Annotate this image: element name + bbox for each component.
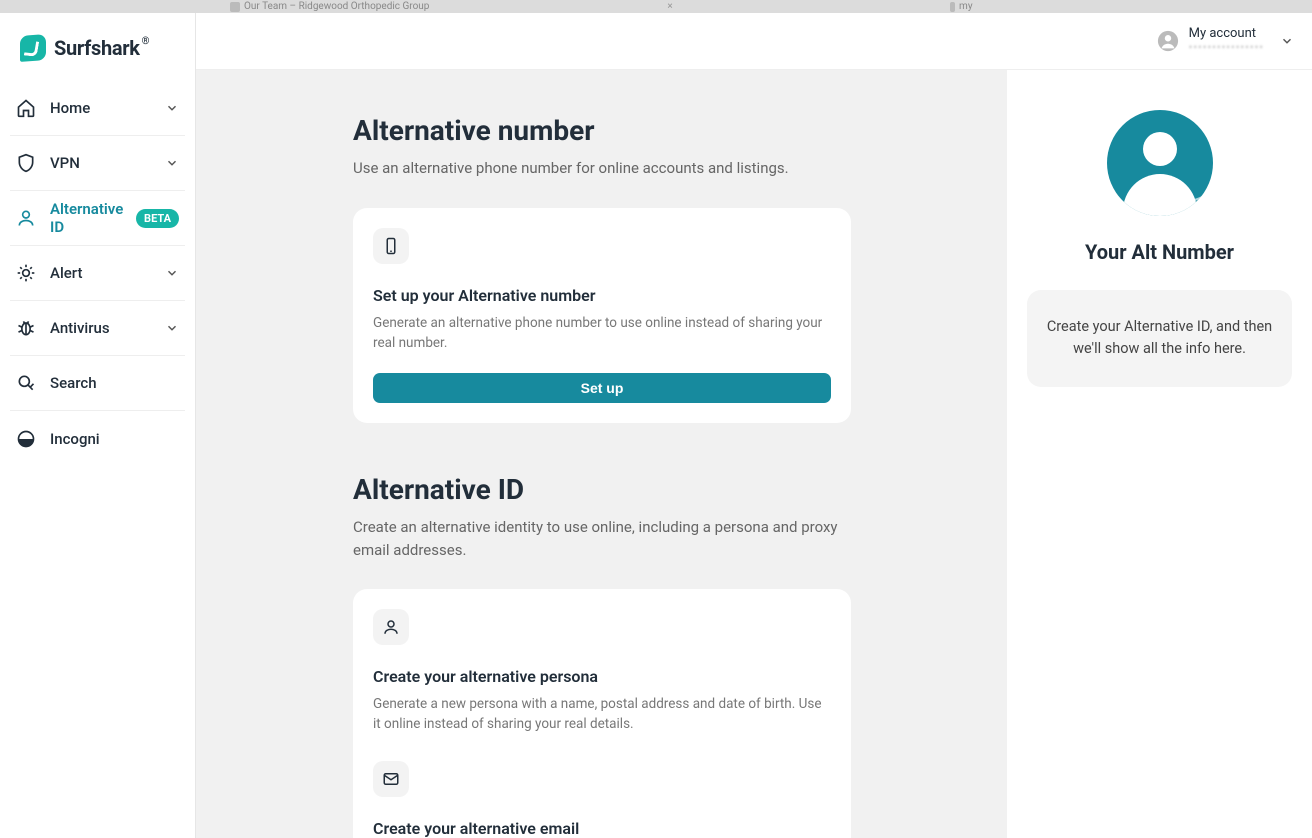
tab-title: Our Team – Ridgewood Orthopedic Group [244,1,429,12]
chevron-down-icon [165,266,179,280]
search-icon [16,373,36,393]
alt-id-title: Alternative ID [353,473,851,506]
person-icon [373,609,409,645]
alt-number-card-title: Set up your Alternative number [373,286,831,305]
beta-badge: BETA [136,209,179,228]
chevron-down-icon [165,156,179,170]
sidebar-item-label: Alternative ID [50,200,136,236]
sidebar-item-label: Alert [50,264,82,282]
browser-tab-strip: Our Team – Ridgewood Orthopedic Group × … [0,0,1312,13]
account-avatar-icon [1157,30,1179,52]
sidebar-item-label: Antivirus [50,319,110,337]
favicon-icon [230,2,240,12]
right-panel: Your Alt Number Create your Alternative … [1007,70,1312,838]
home-icon [16,98,36,118]
surfshark-logo-icon [20,34,46,62]
account-email: •••••••••••••••• [1189,42,1264,55]
account-label: My account [1189,27,1264,42]
logo[interactable]: Surfshark® [0,13,195,77]
sidebar-item-alert[interactable]: Alert [10,246,185,301]
alt-number-card-desc: Generate an alternative phone number to … [373,313,831,354]
alt-number-card: Set up your Alternative number Generate … [353,208,851,424]
close-icon[interactable]: × [660,1,680,12]
persona-title: Create your alternative persona [373,667,831,686]
person-icon [16,208,36,228]
bug-icon [16,318,36,338]
sidebar-item-label: Incogni [50,430,100,448]
alt-id-subtitle: Create an alternative identity to use on… [353,516,851,561]
top-bar: My account •••••••••••••••• [196,13,1312,70]
sidebar: Surfshark® Home VPN [0,13,196,838]
chevron-down-icon [165,101,179,115]
sidebar-item-label: VPN [50,154,80,172]
sidebar-item-home[interactable]: Home [10,81,185,136]
incogni-icon [16,429,36,449]
profile-avatar-icon [1107,110,1213,216]
sidebar-item-label: Search [50,374,97,392]
alt-number-title: Alternative number [353,114,851,147]
email-title: Create your alternative email [373,819,831,838]
favicon-icon [950,2,955,12]
email-icon [373,761,409,797]
sidebar-item-alternative-id[interactable]: Alternative ID BETA [10,191,185,246]
sidebar-item-incogni[interactable]: Incogni [10,411,185,466]
sidebar-item-vpn[interactable]: VPN [10,136,185,191]
browser-tab-1[interactable]: Our Team – Ridgewood Orthopedic Group [230,1,660,12]
chevron-down-icon [165,321,179,335]
shield-icon [16,153,36,173]
setup-button[interactable]: Set up [373,373,831,403]
panel-title: Your Alt Number [1027,240,1292,264]
alt-number-subtitle: Use an alternative phone number for onli… [353,157,851,180]
panel-info-box: Create your Alternative ID, and then we'… [1027,290,1292,387]
alert-icon [16,263,36,283]
account-menu[interactable]: My account •••••••••••••••• [1157,27,1294,55]
sidebar-item-antivirus[interactable]: Antivirus [10,301,185,356]
chevron-down-icon [1280,34,1294,48]
sidebar-item-label: Home [50,99,90,117]
alt-id-card: Create your alternative persona Generate… [353,589,851,838]
sidebar-item-search[interactable]: Search [10,356,185,411]
brand-name: Surfshark® [54,36,149,60]
persona-desc: Generate a new persona with a name, post… [373,694,831,735]
phone-icon [373,228,409,264]
